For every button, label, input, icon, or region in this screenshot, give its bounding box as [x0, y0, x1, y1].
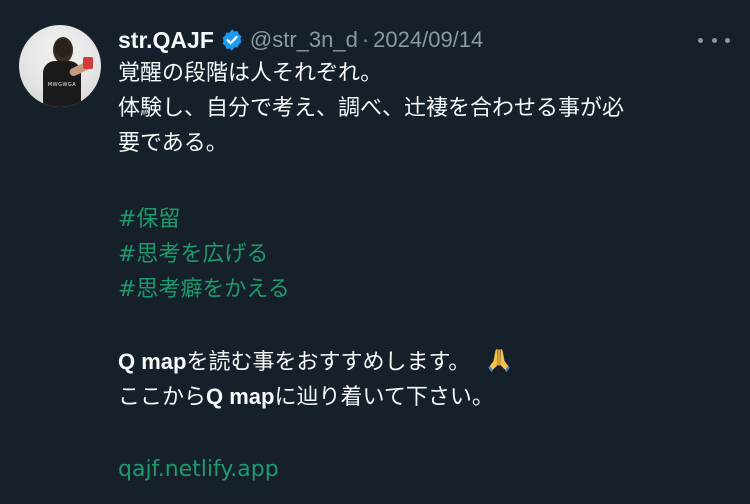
- header-separator: ·: [361, 27, 370, 52]
- avatar-cup: [83, 57, 93, 69]
- bold-text: Q map: [206, 384, 275, 409]
- text-fragment: を読む事をおすすめします。: [186, 350, 471, 375]
- verified-badge-icon: [220, 28, 244, 52]
- avatar[interactable]: MWGWGA: [19, 25, 101, 107]
- avatar-shirt-text: MWGWGA: [47, 82, 77, 88]
- display-name[interactable]: str.QAJF: [118, 27, 214, 54]
- folded-hands-emoji-icon: [484, 345, 514, 375]
- tweet-text-line: 体験し、自分で考え、調べ、辻褄を合わせる事が必: [118, 96, 625, 121]
- more-dots-icon[interactable]: [698, 29, 730, 51]
- more-dot: [711, 37, 717, 43]
- tweet-header: str.QAJF @str_3n_d · 2024/09/14: [118, 24, 483, 56]
- hashtag-link[interactable]: #思考を広げる: [118, 237, 268, 272]
- tweet-text-line: Q mapを読む事をおすすめします。: [118, 344, 514, 380]
- avatar-head: [55, 39, 71, 57]
- tweet-text-line: 要である。: [118, 131, 228, 156]
- tweet-text-line: ここからQ mapに辿り着いて下さい。: [118, 379, 494, 415]
- more-dot: [725, 37, 730, 43]
- tweet-card[interactable]: MWGWGA str.QAJF @str_3n_d · 2024/09/14 覚…: [0, 0, 750, 504]
- tweet-date[interactable]: 2024/09/14: [373, 27, 483, 53]
- text-fragment: ここから: [118, 385, 207, 410]
- more-dot: [698, 37, 703, 43]
- user-handle[interactable]: @str_3n_d: [250, 27, 358, 53]
- hashtag-link[interactable]: #思考癖をかえる: [118, 272, 290, 307]
- bold-text: Q map: [118, 349, 187, 374]
- text-fragment: に辿り着いて下さい。: [274, 385, 494, 410]
- tweet-text-line: 覚醒の段階は人それぞれ。: [118, 61, 383, 86]
- external-link[interactable]: qajf.netlify.app: [118, 452, 279, 487]
- hashtag-link[interactable]: #保留: [118, 202, 180, 237]
